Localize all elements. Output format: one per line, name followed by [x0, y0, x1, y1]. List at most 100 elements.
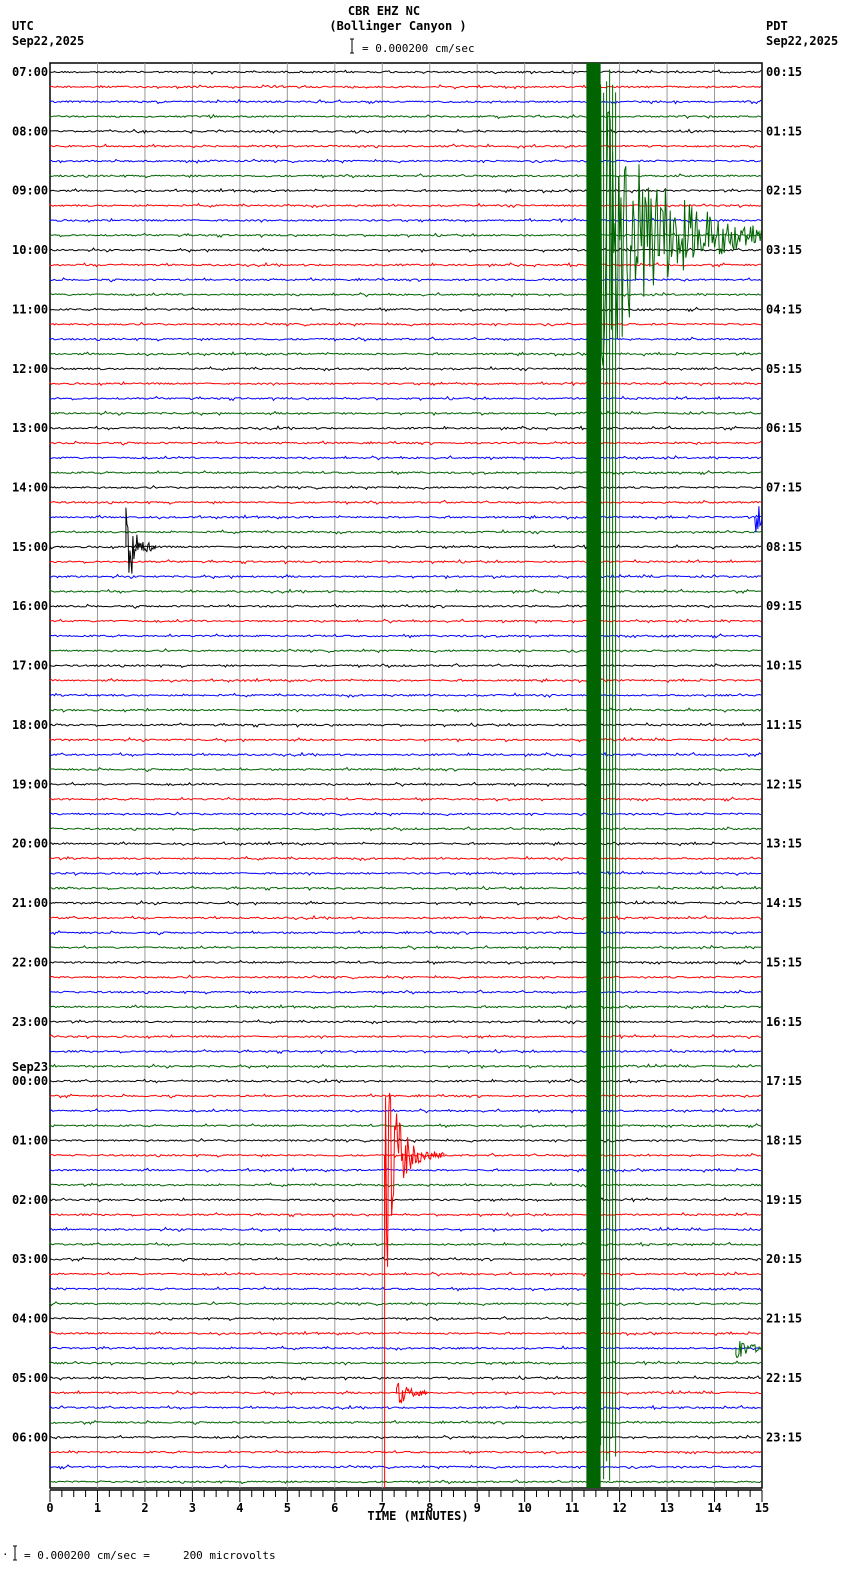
trace-53	[49, 855, 762, 862]
utc-hour-label: 12:00	[12, 362, 48, 376]
trace-51	[49, 826, 762, 832]
trace-1	[49, 84, 762, 90]
trace-0	[49, 69, 762, 75]
trace-59	[49, 944, 762, 951]
trace-5	[49, 143, 762, 150]
trace-70	[49, 1108, 762, 1114]
trace-66	[49, 1048, 762, 1055]
utc-hour-label: 10:00	[12, 243, 48, 257]
trace-34	[49, 573, 762, 580]
pdt-time-label: 23:15	[766, 1430, 802, 1444]
x-tick-label: 2	[141, 1501, 148, 1515]
pdt-time-label: 19:15	[766, 1193, 802, 1207]
trace-32	[49, 544, 762, 550]
pdt-time-label: 12:15	[766, 777, 802, 791]
trace-65	[49, 1033, 761, 1040]
trace-45	[49, 736, 761, 743]
utc-hour-label: 08:00	[12, 124, 48, 138]
trace-71	[49, 1122, 762, 1129]
trace-31	[49, 529, 762, 535]
x-tick-label: 1	[94, 1501, 101, 1515]
scale-label: = 0.000200 cm/sec	[362, 42, 475, 55]
trace-82	[49, 1286, 762, 1292]
trace-57	[49, 914, 762, 921]
trace-44	[49, 722, 761, 728]
trace-35	[49, 588, 762, 595]
x-axis-label: TIME (MINUTES)	[367, 1509, 468, 1523]
x-tick-label: 12	[612, 1501, 626, 1515]
trace-14	[49, 277, 762, 283]
trace-91	[49, 1419, 762, 1426]
trace-77	[49, 1211, 762, 1218]
pdt-time-label: 05:15	[766, 362, 802, 376]
pdt-time-label: 07:15	[766, 481, 802, 495]
trace-9	[49, 202, 762, 209]
trace-39	[49, 648, 762, 654]
trace-42	[49, 692, 762, 698]
utc-hour-label: 18:00	[12, 718, 48, 732]
x-tick-label: 6	[331, 1501, 338, 1515]
pdt-time-label: 08:15	[766, 540, 802, 554]
trace-16	[49, 306, 762, 313]
pdt-time-label: 01:15	[766, 124, 802, 138]
trace-40	[49, 663, 762, 669]
trace-92	[49, 1434, 762, 1441]
utc-hour-label: 09:00	[12, 184, 48, 198]
station-title: CBR EHZ NC	[348, 4, 420, 18]
utc-hour-label: 11:00	[12, 302, 48, 316]
trace-11	[49, 232, 762, 239]
trace-54	[49, 870, 762, 876]
trace-87	[49, 1360, 762, 1366]
x-tick-label: 9	[474, 1501, 481, 1515]
trace-61	[49, 974, 762, 980]
helicorder-plot: CBR EHZ NC (Bollinger Canyon ) UTC Sep22…	[2, 4, 838, 1562]
trace-46	[49, 751, 762, 758]
trace-74	[49, 1167, 761, 1173]
pdt-time-label: 11:15	[766, 718, 802, 732]
trace-75	[49, 1182, 762, 1188]
utc-hour-label: 13:00	[12, 421, 48, 435]
event-waveform	[735, 1341, 762, 1359]
trace-86	[49, 1345, 762, 1351]
trace-78	[49, 1226, 762, 1233]
utc-date-label: Sep23	[12, 1060, 48, 1074]
pdt-time-label: 18:15	[766, 1133, 802, 1147]
footer-scale-icon	[13, 1545, 17, 1561]
utc-hour-label: 01:00	[12, 1133, 48, 1147]
trace-20	[49, 365, 762, 372]
pdt-time-label: 02:15	[766, 184, 802, 198]
x-tick-label: 14	[707, 1501, 721, 1515]
trace-50	[49, 811, 762, 817]
trace-79	[49, 1241, 762, 1247]
utc-hour-label: 23:00	[12, 1015, 48, 1029]
left-timezone: UTC	[12, 19, 34, 33]
utc-hour-label: 04:00	[12, 1312, 48, 1326]
x-tick-label: 15	[755, 1501, 769, 1515]
trace-26	[49, 455, 762, 461]
trace-63	[49, 1003, 762, 1010]
pdt-time-label: 06:15	[766, 421, 802, 435]
trace-3	[49, 113, 762, 120]
trace-68	[49, 1078, 762, 1084]
station-location: (Bollinger Canyon )	[329, 19, 466, 33]
trace-72	[49, 1137, 762, 1143]
trace-80	[49, 1256, 762, 1262]
trace-58	[49, 930, 762, 936]
pdt-time-label: 09:15	[766, 599, 802, 613]
trace-56	[49, 900, 762, 906]
trace-22	[49, 395, 762, 402]
trace-64	[49, 1018, 761, 1025]
scale-bar-icon	[350, 38, 354, 54]
utc-hour-label: 22:00	[12, 955, 48, 969]
trace-24	[49, 425, 762, 431]
trace-6	[49, 158, 762, 164]
pdt-time-label: 00:15	[766, 65, 802, 79]
trace-69	[49, 1093, 761, 1099]
x-tick-label: 13	[660, 1501, 674, 1515]
traces	[49, 69, 762, 1485]
pdt-time-label: 04:15	[766, 302, 802, 316]
right-date: Sep22,2025	[766, 34, 838, 48]
trace-30	[49, 514, 762, 520]
utc-hour-label: 00:00	[12, 1074, 48, 1088]
x-tick-label: 3	[189, 1501, 196, 1515]
